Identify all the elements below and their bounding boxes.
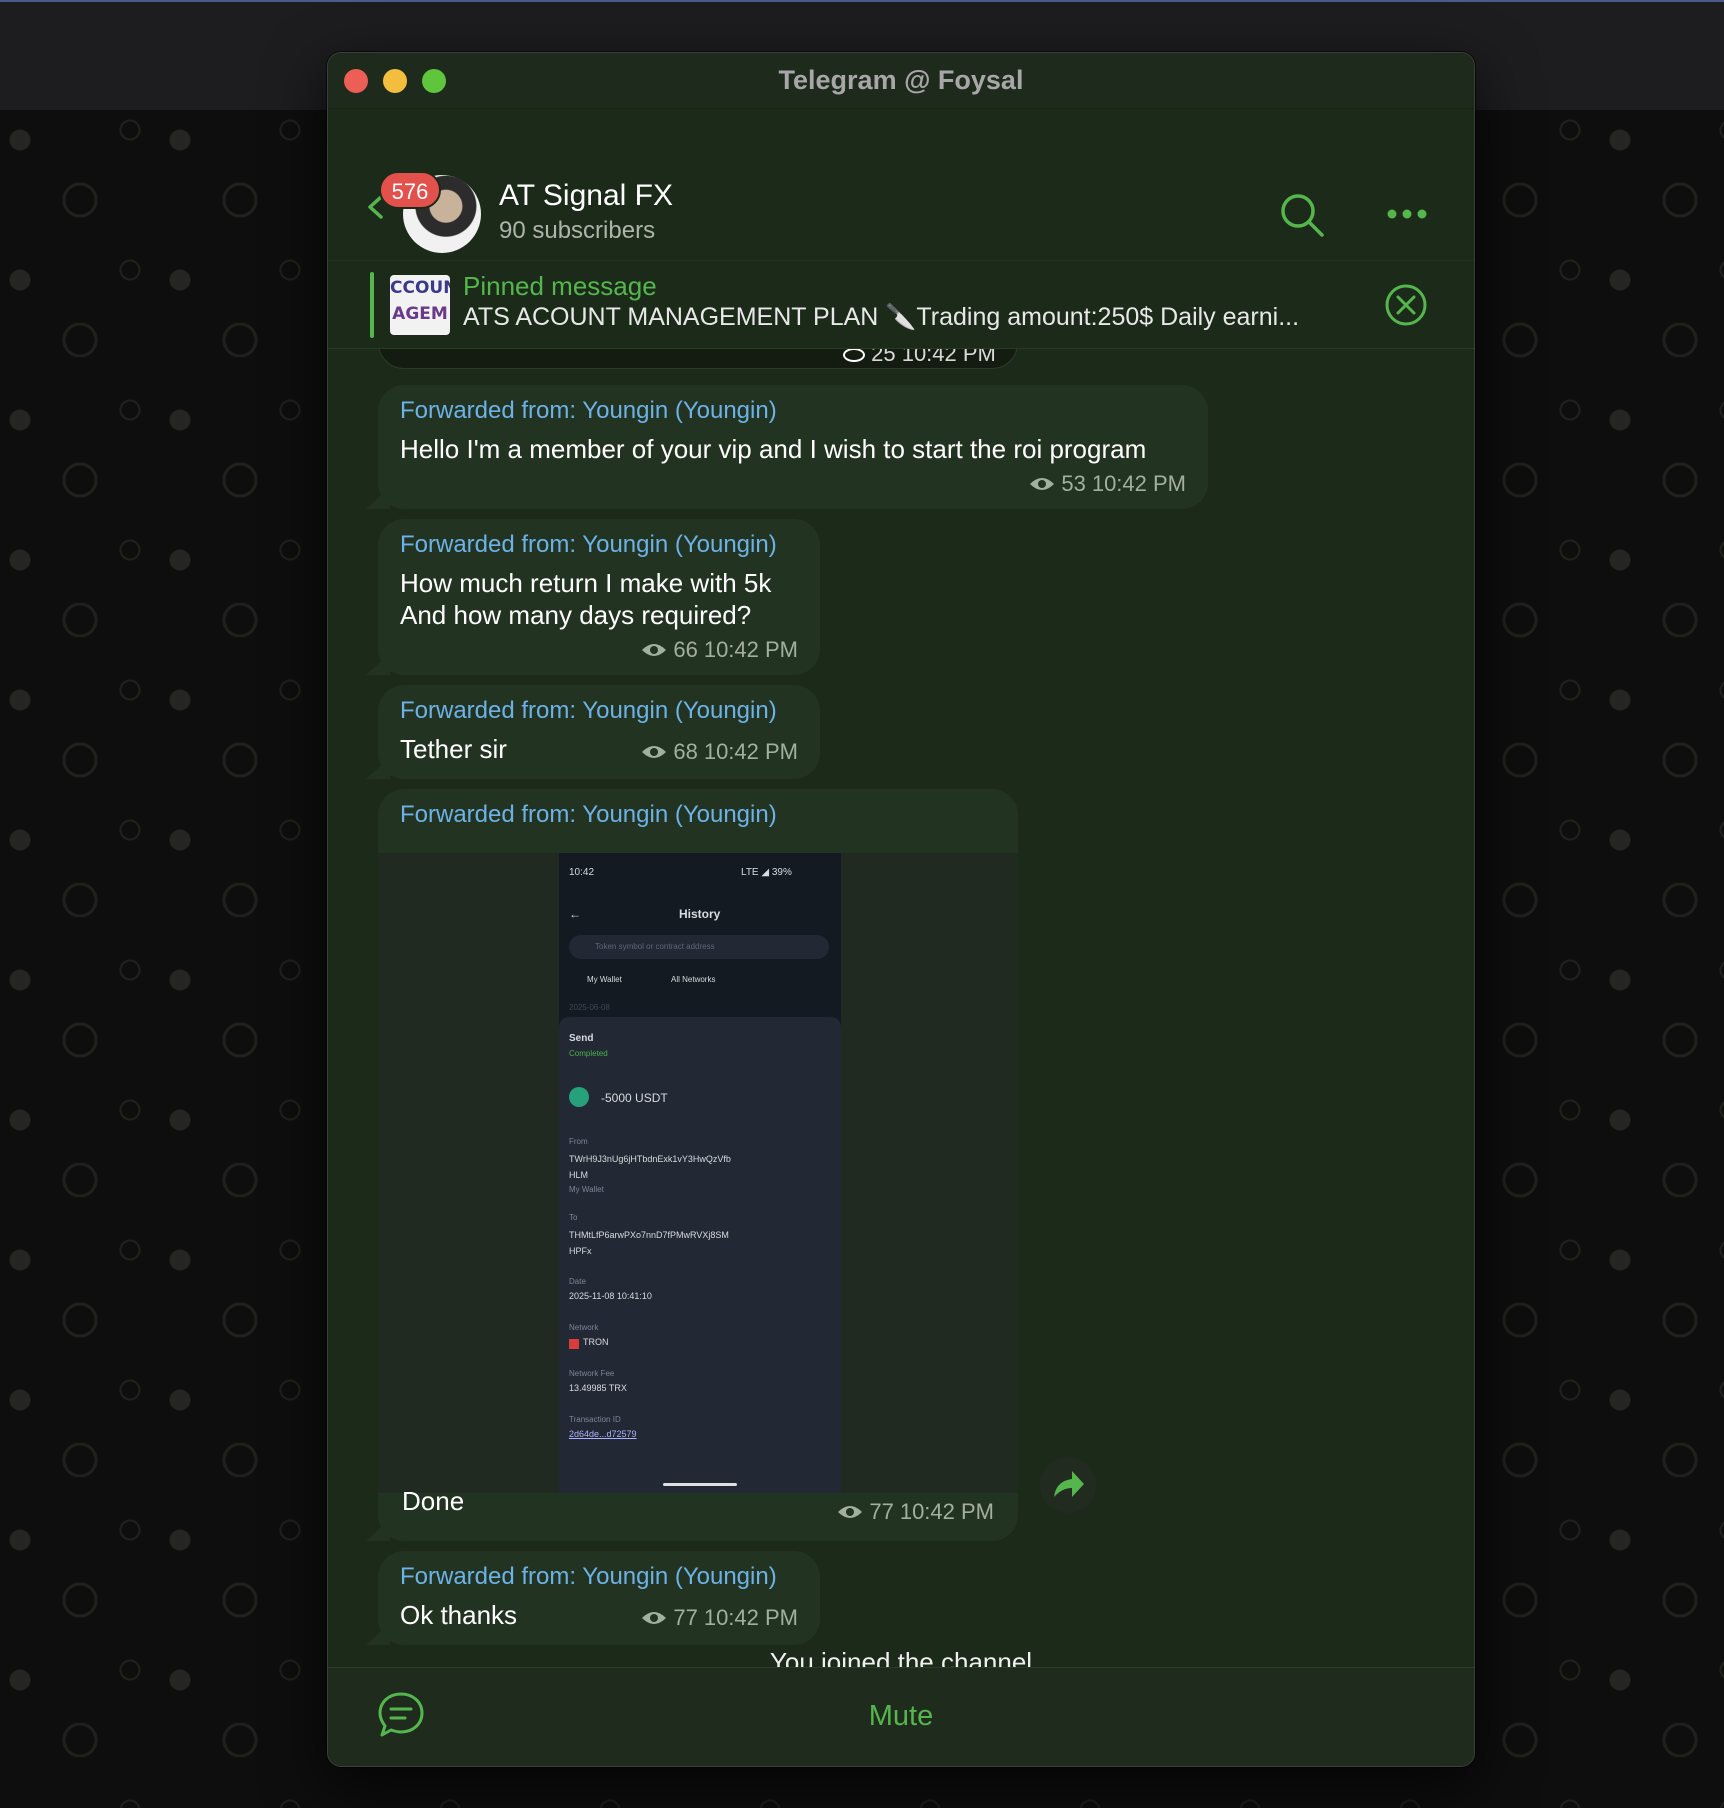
forwarded-from-link[interactable]: Forwarded from: Youngin (Youngin) (400, 801, 777, 829)
previous-message-time: 25 10:42 PM (871, 349, 996, 366)
message-meta: 68 10:42 PM (641, 739, 798, 765)
message-time: 10:42 PM (1091, 471, 1186, 496)
phone-wallet-filter: My Wallet (587, 975, 622, 984)
telegram-window: Telegram @ Foysal 576 AT Signal FX 90 su… (327, 52, 1475, 1767)
eye-icon (642, 644, 667, 656)
phone-fee-value: 13.49985 TRX (569, 1383, 627, 1393)
pinned-thumb-line1: CCOUN (390, 278, 450, 298)
pinned-thumbnail: CCOUN AGEM (390, 275, 450, 335)
phone-txid-label: Transaction ID (569, 1415, 621, 1424)
message-text: How much return I make with 5k And how m… (400, 568, 772, 630)
eye-icon (838, 1506, 863, 1518)
bubble-tail (366, 1519, 390, 1541)
eye-icon (642, 746, 667, 758)
phone-from-name: My Wallet (569, 1185, 604, 1194)
message-meta: 66 10:42 PM (641, 637, 798, 663)
phone-network-filter: All Networks (671, 975, 716, 984)
message-bubble[interactable]: Forwarded from: Youngin (Youngin) How mu… (366, 519, 820, 675)
view-count: 68 (673, 739, 698, 764)
phone-amount: -5000 USDT (601, 1091, 668, 1105)
bubble-tail (366, 487, 390, 509)
view-count: 77 (673, 1605, 698, 1630)
unread-count-badge: 576 (379, 171, 441, 209)
pinned-label: Pinned message (463, 271, 657, 301)
bubble-tail (366, 757, 390, 779)
share-button[interactable] (1040, 1457, 1096, 1513)
eye-icon (1030, 478, 1055, 490)
pinned-thumb-line2: AGEM (392, 304, 448, 324)
message-time: 10:42 PM (703, 637, 798, 662)
message-time: 10:42 PM (703, 1605, 798, 1630)
phone-back-arrow-icon: ← (569, 907, 581, 921)
forwarded-from-link[interactable]: Forwarded from: Youngin (Youngin) (400, 1563, 798, 1591)
phone-tx-type: Send (569, 1033, 594, 1044)
subscriber-count: 90 subscribers (499, 217, 656, 244)
phone-date-label: Date (569, 1277, 586, 1286)
view-count: 77 (869, 1499, 894, 1524)
phone-to-label: To (569, 1213, 578, 1222)
more-icon[interactable] (1386, 205, 1428, 223)
forwarded-from-link[interactable]: Forwarded from: Youngin (Youngin) (400, 697, 798, 725)
phone-tx-status: Completed (569, 1049, 608, 1058)
phone-search-field: Token symbol or contract address (569, 935, 829, 959)
screenshot-image: 10:42 LTE ◢ 39% ← History Token symbol o… (559, 853, 841, 1493)
phone-network-label: Network (569, 1323, 599, 1332)
phone-date-value: 2025-11-08 10:41:10 (569, 1291, 652, 1301)
photo-attachment[interactable]: 10:42 LTE ◢ 39% ← History Token symbol o… (378, 853, 1018, 1493)
share-icon (1054, 1471, 1084, 1497)
message-meta: 77 10:42 PM (641, 1605, 798, 1631)
phone-to-address: THMtLfP6arwPXo7nnD7fPMwRVXj8SM HPFx (569, 1230, 729, 1256)
phone-status-right: LTE ◢ 39% (741, 867, 792, 878)
message-meta: 53 10:42 PM (1029, 471, 1186, 497)
phone-from-address: TWrH9J3nUg6jHTbdnExk1vY3HwQzVfb HLM (569, 1154, 731, 1180)
phone-from-label: From (569, 1137, 588, 1146)
pinned-accent-line (370, 272, 374, 338)
phone-fee-label: Network Fee (569, 1369, 615, 1378)
phone-status-time: 10:42 (569, 867, 595, 878)
eye-icon (642, 1612, 667, 1624)
forwarded-from-link[interactable]: Forwarded from: Youngin (Youngin) (400, 531, 798, 559)
window-title: Telegram @ Foysal (778, 65, 1024, 95)
message-list[interactable]: 25 10:42 PM Forwarded from: Youngin (You… (328, 349, 1474, 1721)
close-circle-icon[interactable] (1384, 283, 1428, 327)
bubble-tail (366, 1623, 390, 1645)
message-time: 10:42 PM (703, 739, 798, 764)
phone-detail-sheet: Send Completed -5000 USDT From TWrH9J3nU… (559, 1017, 841, 1493)
message-bubble[interactable]: Forwarded from: Youngin (Youngin) Ok tha… (366, 1551, 820, 1645)
phone-txid-value: 2d64de...d72579 (569, 1429, 637, 1439)
pinned-text: ATS ACOUNT MANAGEMENT PLAN 🔪Trading amou… (463, 303, 1300, 331)
view-count: 66 (673, 637, 698, 662)
mute-button[interactable]: Mute (328, 1700, 1474, 1733)
forwarded-from-link[interactable]: Forwarded from: Youngin (Youngin) (400, 397, 1186, 425)
message-time: 10:42 PM (899, 1499, 994, 1524)
view-count: 53 (1061, 471, 1086, 496)
phone-date-header: 2025-06-08 (569, 1003, 610, 1012)
phone-home-indicator (663, 1483, 737, 1486)
pinned-message-bar[interactable]: CCOUN AGEM Pinned message ATS ACOUNT MAN… (328, 261, 1474, 349)
search-icon[interactable] (1278, 191, 1326, 239)
previous-message-meta: 25 10:42 PM (843, 349, 996, 367)
bubble-tail (366, 653, 390, 675)
channel-name[interactable]: AT Signal FX (499, 179, 673, 213)
message-bubble[interactable]: Forwarded from: Youngin (Youngin) Tether… (366, 685, 820, 779)
phone-screen-title: History (679, 907, 721, 921)
photo-message-bubble[interactable]: Forwarded from: Youngin (Youngin) 10:42 … (378, 789, 1018, 1541)
photo-caption: Done (402, 1486, 465, 1516)
chat-header: 576 AT Signal FX 90 subscribers (328, 109, 1474, 261)
usdt-icon (569, 1087, 589, 1107)
message-bubble[interactable]: Forwarded from: Youngin (Youngin) Hello … (366, 385, 1208, 509)
message-text: Hello I'm a member of your vip and I wis… (400, 434, 1147, 464)
bottom-bar: Mute (328, 1667, 1474, 1766)
titlebar: Telegram @ Foysal (328, 53, 1474, 109)
tron-icon (569, 1339, 579, 1349)
message-meta: 77 10:42 PM (837, 1499, 994, 1525)
